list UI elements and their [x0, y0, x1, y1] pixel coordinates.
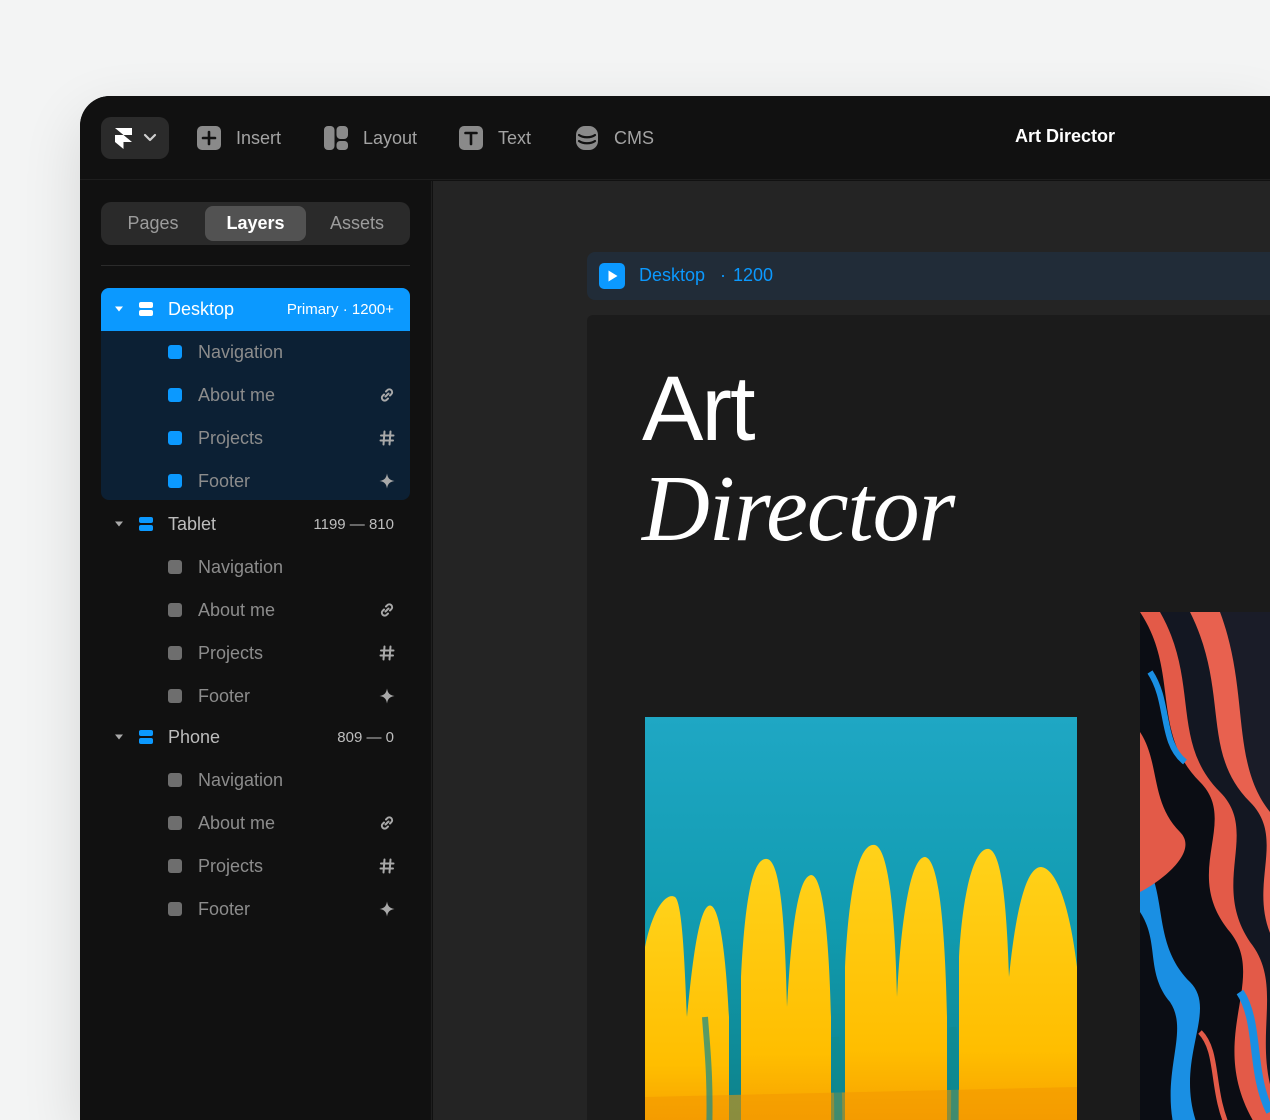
layers-sidebar: Pages Layers Assets Desktop Primary · 12… [80, 181, 432, 1120]
hash-icon [379, 858, 395, 874]
breakpoint-meta: Primary · 1200+ [286, 301, 394, 318]
layer-phone[interactable]: Phone 809 — 0 [101, 716, 410, 759]
framer-logo-icon [115, 128, 132, 149]
document-title: Art Director [1015, 126, 1116, 146]
artwork-image-marble [1140, 612, 1270, 1120]
layer-label: Footer [198, 899, 251, 919]
layer-tablet-projects[interactable]: Projects [101, 632, 410, 675]
artwork-image-yellow-drips [645, 717, 1077, 1120]
frame-icon [168, 689, 182, 703]
sparkle-icon [379, 688, 395, 704]
layer-desktop-footer[interactable]: Footer [101, 460, 410, 503]
breakpoint-meta: 809 — 0 [337, 729, 394, 746]
layer-desktop[interactable]: Desktop Primary · 1200+ [101, 288, 410, 331]
layer-label: About me [198, 600, 276, 620]
link-icon [380, 816, 394, 830]
frame-icon [168, 474, 182, 488]
link-icon [380, 603, 394, 617]
breakpoint-label: Desktop [168, 299, 235, 319]
layer-phone-navigation[interactable]: Navigation [101, 759, 410, 802]
desktop-frame[interactable]: Art Director [587, 315, 1270, 1120]
text-label: Text [498, 127, 532, 148]
breakpoint-meta: 1199 — 810 [313, 516, 394, 533]
frame-icon [168, 859, 182, 873]
layer-label: Footer [198, 686, 251, 706]
sparkle-icon [379, 901, 395, 917]
frame-label[interactable]: Desktop · 1200 [587, 252, 1270, 300]
frame-icon [168, 560, 182, 574]
frame-name: Desktop [639, 265, 706, 285]
app-menu-button[interactable] [101, 117, 169, 159]
layer-label: About me [198, 385, 276, 405]
layer-label: Projects [198, 856, 264, 876]
chevron-down-icon [143, 133, 157, 142]
sidebar-tabs: Pages Layers Assets [101, 202, 410, 245]
frame-icon [168, 902, 182, 916]
canvas[interactable]: Desktop · 1200 Art Director [433, 181, 1270, 1120]
layer-phone-projects[interactable]: Projects [101, 845, 410, 888]
caret-down-icon[interactable] [114, 733, 124, 741]
breakpoint-icon [139, 730, 153, 744]
frame-icon [168, 431, 182, 445]
frame-icon [168, 773, 182, 787]
layout-button[interactable]: Layout [323, 124, 417, 152]
layer-desktop-navigation[interactable]: Navigation [101, 331, 410, 374]
divider [101, 265, 410, 266]
layer-phone-footer[interactable]: Footer [101, 888, 410, 931]
frame-size: 1200 [733, 265, 774, 285]
layer-phone-about-me[interactable]: About me [101, 802, 410, 845]
hero-title-line-1: Art [642, 358, 756, 460]
layer-label: Footer [198, 471, 251, 491]
frame-separator: · [720, 265, 726, 285]
layer-desktop-projects[interactable]: Projects [101, 417, 410, 460]
cms-button[interactable]: CMS [574, 124, 654, 152]
link-icon [380, 388, 394, 402]
tab-layers[interactable]: Layers [205, 206, 306, 241]
breakpoint-icon [139, 517, 153, 531]
app-window: Insert Layout Text CMS Art Director Page… [80, 96, 1270, 1120]
breakpoint-label: Phone [168, 727, 221, 747]
frame-icon [168, 388, 182, 402]
frame-icon [168, 345, 182, 359]
text-button[interactable]: Text [458, 124, 531, 152]
frame-icon [168, 603, 182, 617]
layer-label: Projects [198, 643, 264, 663]
layer-label: Navigation [198, 770, 284, 790]
layer-desktop-about-me[interactable]: About me [101, 374, 410, 417]
hash-icon [379, 645, 395, 661]
layer-tablet-footer[interactable]: Footer [101, 675, 410, 718]
frame-icon [168, 816, 182, 830]
layer-tablet-about-me[interactable]: About me [101, 589, 410, 632]
sparkle-icon [379, 473, 395, 489]
insert-button[interactable]: Insert [196, 124, 281, 152]
layer-label: Navigation [198, 557, 284, 577]
caret-down-icon[interactable] [114, 520, 124, 528]
hero-title-line-2: Director [642, 457, 955, 561]
hash-icon [379, 430, 395, 446]
cms-label: CMS [614, 127, 654, 148]
tab-pages[interactable]: Pages [105, 206, 201, 241]
breakpoint-icon [139, 302, 153, 316]
frame-icon [168, 646, 182, 660]
breakpoint-label: Tablet [168, 514, 217, 534]
insert-label: Insert [236, 127, 282, 148]
layer-tablet[interactable]: Tablet 1199 — 810 [101, 503, 410, 546]
text-icon [458, 125, 484, 151]
database-icon [574, 125, 600, 151]
layer-label: Projects [198, 428, 264, 448]
layout-label: Layout [363, 127, 418, 148]
layer-label: About me [198, 813, 276, 833]
play-icon[interactable] [599, 263, 625, 289]
caret-down-icon[interactable] [114, 305, 124, 313]
layer-tablet-navigation[interactable]: Navigation [101, 546, 410, 589]
toolbar: Insert Layout Text CMS Art Director [80, 96, 1270, 180]
layout-icon [323, 125, 349, 151]
plus-icon [196, 125, 222, 151]
tab-assets[interactable]: Assets [307, 206, 407, 241]
layer-label: Navigation [198, 342, 284, 362]
